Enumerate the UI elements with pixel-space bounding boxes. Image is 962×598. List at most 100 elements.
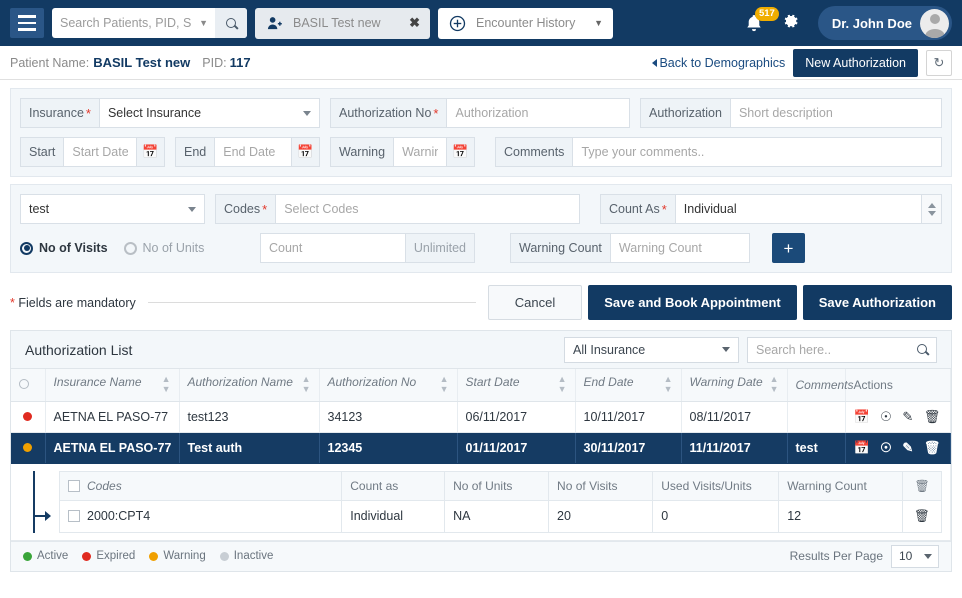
code-row[interactable]: 2000:CPT4 Individual NA 20 0 12 🗑: [58, 499, 942, 533]
chevron-down-icon: [303, 111, 311, 116]
chevron-down-icon[interactable]: ▼: [590, 18, 613, 28]
start-date-label: Start: [20, 137, 65, 167]
encounter-history-label: Encounter History: [476, 16, 576, 30]
sort-icon[interactable]: ▲ ▼: [302, 374, 311, 395]
edit-icon[interactable]: ✎: [902, 440, 913, 456]
required-asterisk: *: [262, 201, 268, 217]
patient-tab[interactable]: BASIL Test new ✖: [255, 7, 430, 39]
calendar-icon[interactable]: 📅: [137, 137, 165, 167]
calendar-icon[interactable]: 📅: [854, 440, 870, 456]
warning-date-label: Warning: [330, 137, 395, 167]
spinner-down-icon[interactable]: [927, 210, 936, 216]
notifications-button[interactable]: 517: [744, 7, 779, 37]
plus-circle-icon: [446, 12, 468, 34]
code-delete-icon[interactable]: 🗑: [902, 499, 942, 533]
table-row[interactable]: AETNA EL PASO-77 test123 34123 06/11/201…: [11, 401, 951, 433]
column-insurance-name[interactable]: Insurance Name ▲ ▼: [45, 369, 180, 402]
delete-icon[interactable]: 🗑: [924, 409, 941, 425]
column-end-date[interactable]: End Date ▲ ▼: [575, 369, 682, 402]
warning-date-field-group: Warning 📅: [330, 137, 475, 167]
used-visits-units-column-header: Used Visits/Units: [652, 470, 780, 501]
row-checkbox[interactable]: [68, 510, 80, 523]
new-authorization-button[interactable]: New Authorization: [793, 48, 918, 77]
patient-bar-actions: Back to Demographics New Authorization ↻: [652, 48, 952, 77]
sort-icon[interactable]: ▲ ▼: [440, 374, 449, 395]
codes-header-row: Codes Count as No of Units No of Visits …: [58, 470, 942, 501]
expand-indicator-arrow-icon: [33, 470, 59, 533]
form-row-2: Start 📅 End 📅 Warning 📅 Comments: [20, 137, 942, 167]
start-date-input[interactable]: [64, 137, 137, 167]
save-authorization-button[interactable]: Save Authorization: [802, 285, 952, 320]
column-authorization-no[interactable]: Authorization No ▲ ▼: [319, 369, 458, 402]
unlimited-label[interactable]: Unlimited: [405, 233, 475, 263]
search-input[interactable]: [52, 16, 200, 30]
search-icon: [225, 17, 237, 29]
delete-all-icon[interactable]: 🗑: [902, 470, 942, 501]
authorization-description-label: Authorization: [640, 98, 731, 128]
add-code-button[interactable]: +: [772, 233, 805, 263]
user-menu[interactable]: Dr. John Doe: [817, 6, 952, 40]
codes-input[interactable]: [276, 194, 580, 224]
insurance-select[interactable]: Select Insurance: [99, 98, 320, 128]
check-circle-icon[interactable]: ☉: [880, 409, 892, 425]
end-date-input[interactable]: [215, 137, 292, 167]
authorization-table: Insurance Name ▲ ▼ Authorization Name ▲ ▼ Au…: [11, 369, 951, 541]
count-input[interactable]: [260, 233, 406, 263]
calendar-icon[interactable]: 📅: [292, 137, 320, 167]
results-per-page-select[interactable]: 10: [891, 544, 939, 568]
calendar-icon[interactable]: 📅: [854, 409, 870, 425]
spinner-up-icon[interactable]: [927, 202, 936, 208]
sort-icon[interactable]: ▲ ▼: [664, 374, 673, 395]
radio-no-of-visits[interactable]: No of Visits: [20, 241, 108, 255]
status-circle-icon: [19, 378, 29, 389]
radio-unselected-icon: [123, 241, 137, 255]
insurance-filter-select[interactable]: All Insurance: [564, 336, 739, 363]
auth-type-select[interactable]: test: [20, 194, 205, 224]
search-submit-button[interactable]: [215, 8, 247, 38]
delete-icon[interactable]: 🗑: [924, 440, 941, 456]
edit-icon[interactable]: ✎: [902, 409, 913, 425]
comments-input[interactable]: [573, 137, 942, 167]
table-row[interactable]: AETNA EL PASO-77 Test auth 12345 01/11/2…: [11, 432, 951, 464]
column-authorization-name[interactable]: Authorization Name ▲ ▼: [179, 369, 320, 402]
cell-start-date: 01/11/2017: [457, 432, 576, 464]
authorization-codes-panel: test Codes* Count As* Individual: [10, 184, 952, 273]
sort-icon[interactable]: ▲ ▼: [162, 374, 171, 395]
no-of-units-column-header: No of Units: [444, 470, 550, 501]
refresh-icon[interactable]: ↻: [926, 49, 952, 76]
calendar-icon[interactable]: 📅: [447, 137, 475, 167]
sort-icon[interactable]: ▲ ▼: [558, 374, 567, 395]
encounter-history-tab[interactable]: Encounter History ▼: [438, 7, 613, 39]
warning-date-input[interactable]: [394, 137, 447, 167]
legend-dot-expired: [82, 551, 92, 561]
form-actions-row: * Fields are mandatory Cancel Save and B…: [0, 275, 962, 330]
cell-comments: test: [787, 432, 846, 464]
authorization-no-input[interactable]: [447, 98, 630, 128]
select-all-checkbox[interactable]: [68, 479, 80, 492]
search-dropdown-caret-icon[interactable]: ▼: [199, 18, 215, 28]
add-user-icon: [263, 12, 285, 34]
save-and-book-appointment-button[interactable]: Save and Book Appointment: [588, 285, 797, 320]
cell-warning-date: 11/11/2017: [681, 432, 788, 464]
list-search-input[interactable]: [756, 342, 912, 357]
count-as-value[interactable]: Individual: [675, 194, 922, 224]
sort-icon[interactable]: ▲ ▼: [770, 374, 779, 395]
legend-item-expired: Expired: [82, 550, 135, 562]
warning-count-input[interactable]: [610, 233, 750, 263]
count-type-radio-group: No of Visits No of Units: [20, 233, 215, 263]
search-icon[interactable]: [917, 344, 928, 355]
check-circle-icon[interactable]: ☉: [880, 440, 892, 456]
authorization-description-input[interactable]: [730, 98, 942, 128]
cell-authorization-no: 34123: [319, 401, 458, 433]
radio-no-of-units[interactable]: No of Units: [123, 241, 204, 255]
hamburger-menu-icon[interactable]: [10, 8, 44, 38]
column-warning-date[interactable]: Warning Date ▲ ▼: [681, 369, 788, 402]
back-to-demographics-link[interactable]: Back to Demographics: [652, 56, 785, 70]
close-icon[interactable]: ✖: [405, 15, 430, 31]
cancel-button[interactable]: Cancel: [487, 285, 583, 320]
column-start-date[interactable]: Start Date ▲ ▼: [457, 369, 576, 402]
cell-authorization-name: test123: [179, 401, 320, 433]
insurance-selected-value: Select Insurance: [107, 106, 202, 120]
gear-icon[interactable]: [782, 12, 800, 35]
count-as-spinner[interactable]: [922, 194, 942, 224]
